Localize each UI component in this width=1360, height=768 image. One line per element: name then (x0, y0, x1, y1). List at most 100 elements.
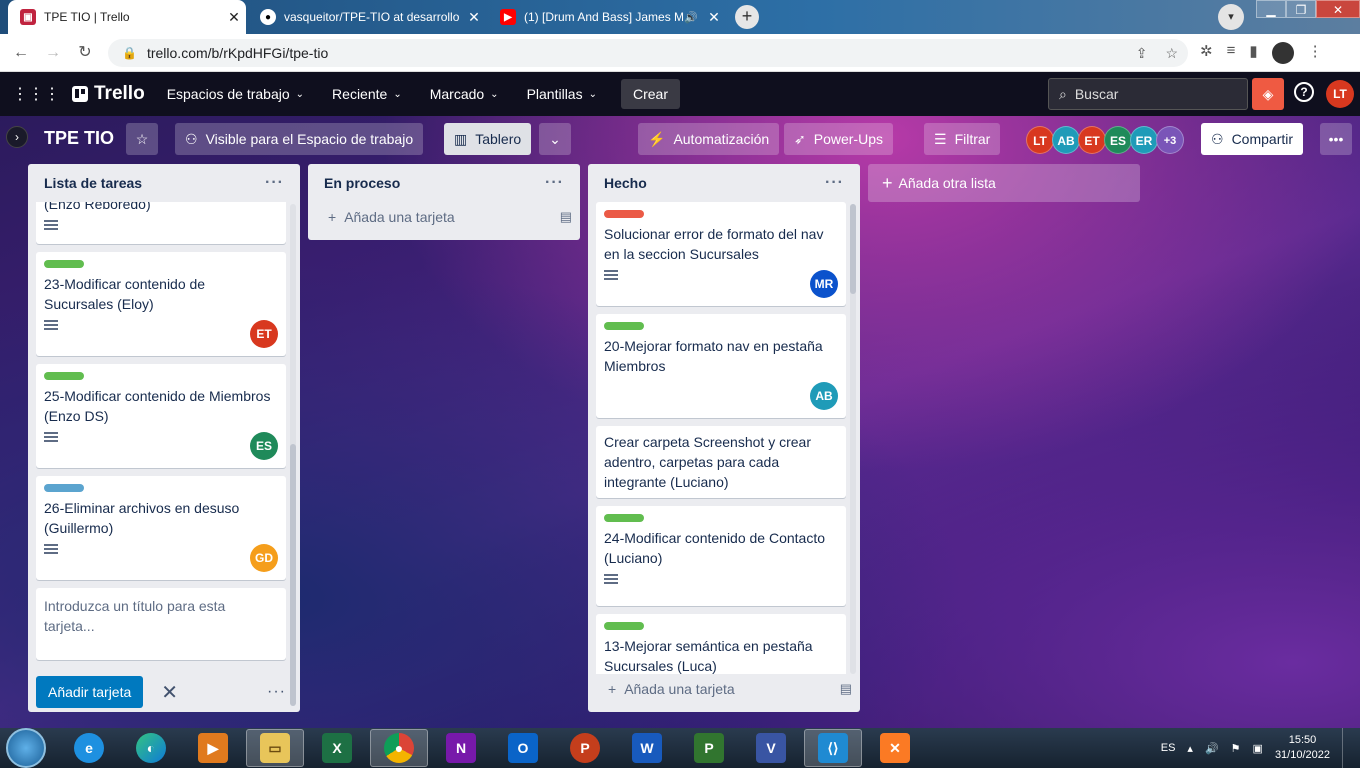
start-button[interactable] (6, 728, 46, 768)
view-switcher-button[interactable]: ⌄ (539, 123, 571, 155)
view-board-button[interactable]: ▥ Tablero (444, 123, 532, 155)
xampp-icon[interactable]: ✕ (866, 729, 924, 767)
more-members-badge[interactable]: +3 (1156, 126, 1184, 154)
scrollbar-thumb[interactable] (290, 444, 296, 706)
forward-icon[interactable]: → (42, 42, 64, 64)
close-icon[interactable]: ✕ (462, 9, 486, 26)
menu-starred[interactable]: Marcado ⌄ (430, 86, 499, 102)
chrome-icon[interactable]: ● (370, 729, 428, 767)
card[interactable]: 23-Modificar contenido de Sucursales (El… (36, 252, 286, 356)
card[interactable]: (Enzo Reboredo) (36, 202, 286, 244)
label-green[interactable] (604, 322, 644, 330)
card[interactable]: 20-Mejorar formato nav en pestaña Miembr… (596, 314, 846, 418)
more-icon[interactable]: ··· (267, 683, 286, 701)
maximize-button[interactable]: ❐ (1286, 0, 1316, 18)
window-close-button[interactable]: ✕ (1316, 0, 1360, 18)
tab-trello[interactable]: ▣ TPE TIO | Trello ✕ (8, 0, 246, 34)
close-icon[interactable]: ✕ (222, 9, 246, 26)
board-title[interactable]: TPE TIO (44, 128, 114, 149)
avatar[interactable]: ES (1104, 126, 1132, 154)
outlook-icon[interactable]: O (494, 729, 552, 767)
trello-logo[interactable]: Trello (72, 83, 145, 105)
close-icon[interactable]: ✕ (161, 680, 178, 705)
list-header[interactable]: Lista de tareas ··· (28, 164, 300, 202)
card[interactable]: 13-Mejorar semántica en pestaña Sucursal… (596, 614, 846, 674)
star-board-button[interactable]: ☆ (126, 123, 158, 155)
list-header[interactable]: Hecho ··· (588, 164, 860, 202)
automation-button[interactable]: ⚡ Automatización (638, 123, 780, 155)
card[interactable]: Solucionar error de formato del nav en l… (596, 202, 846, 306)
close-icon[interactable]: ✕ (702, 9, 726, 26)
avatar[interactable]: AB (1052, 126, 1080, 154)
share-button[interactable]: ⚇ Compartir (1201, 123, 1304, 155)
label-red[interactable] (604, 210, 644, 218)
show-desktop-button[interactable] (1342, 728, 1352, 768)
side-panel-icon[interactable]: ▮ (1249, 42, 1257, 64)
avatar[interactable]: LT (1026, 126, 1054, 154)
visibility-button[interactable]: ⚇ Visible para el Espacio de trabajo (175, 123, 424, 155)
list-menu-icon[interactable]: ··· (825, 174, 844, 192)
menu-templates[interactable]: Plantillas ⌄ (527, 86, 597, 102)
scrollbar-thumb[interactable] (850, 204, 856, 294)
reload-icon[interactable]: ↻ (74, 42, 96, 64)
create-button[interactable]: Crear (620, 79, 680, 109)
volume-icon[interactable]: 🔊 (1205, 742, 1219, 755)
tray-arrow-icon[interactable]: ▴ (1187, 742, 1193, 755)
menu-workspaces[interactable]: Espacios de trabajo ⌄ (167, 86, 304, 102)
tab-search-button[interactable]: ▾ (1218, 4, 1244, 30)
share-icon[interactable]: ⇪ (1136, 45, 1148, 62)
board-menu-button[interactable]: ••• (1320, 123, 1352, 155)
avatar[interactable]: ET (250, 320, 278, 348)
label-blue[interactable] (44, 484, 84, 492)
add-card-button[interactable]: + Añada una tarjeta ▤ (308, 202, 580, 232)
label-green[interactable] (44, 372, 84, 380)
back-icon[interactable]: ← (10, 42, 32, 64)
media-control-icon[interactable]: ≡ (1227, 42, 1236, 64)
menu-kebab-icon[interactable]: ⋮ (1308, 42, 1323, 64)
label-green[interactable] (44, 260, 84, 268)
scrollbar[interactable] (290, 204, 296, 706)
menu-recent[interactable]: Reciente ⌄ (332, 86, 402, 102)
vscode-icon[interactable]: ⟨⟩ (804, 729, 862, 767)
extensions-icon[interactable]: ✲ (1200, 42, 1213, 64)
powerups-button[interactable]: ➶ Power-Ups (784, 123, 893, 155)
list-title[interactable]: Hecho (604, 175, 647, 191)
onenote-icon[interactable]: N (432, 729, 490, 767)
edge-icon[interactable]: ◐ (122, 729, 180, 767)
label-green[interactable] (604, 514, 644, 522)
minimize-button[interactable]: ▁ (1256, 0, 1286, 18)
ie-icon[interactable]: e (60, 729, 118, 767)
url-input[interactable]: 🔒 trello.com/b/rKpdHFGi/tpe-tio ⇪ ☆ (108, 39, 1188, 67)
label-green[interactable] (604, 622, 644, 630)
excel-icon[interactable]: X (308, 729, 366, 767)
list-menu-icon[interactable]: ··· (545, 174, 564, 192)
card[interactable]: 24-Modificar contenido de Contacto (Luci… (596, 506, 846, 606)
avatar[interactable]: ES (250, 432, 278, 460)
flag-icon[interactable]: ⚑ (1231, 742, 1241, 755)
word-icon[interactable]: W (618, 729, 676, 767)
clock[interactable]: 15:50 31/10/2022 (1275, 733, 1330, 763)
avatar[interactable]: AB (810, 382, 838, 410)
avatar[interactable]: MR (810, 270, 838, 298)
card[interactable]: 26-Eliminar archivos en desuso (Guillerm… (36, 476, 286, 580)
add-list-button[interactable]: + Añada otra lista (868, 164, 1140, 202)
powerpoint-icon[interactable]: P (556, 729, 614, 767)
card-template-icon[interactable]: ▤ (840, 681, 852, 697)
media-icon[interactable]: ▶ (184, 729, 242, 767)
tab-github[interactable]: ● vasqueitor/TPE-TIO at desarrollo ✕ (248, 0, 486, 34)
expand-sidebar-icon[interactable]: › (6, 126, 28, 148)
avatar[interactable]: ET (1078, 126, 1106, 154)
card-template-icon[interactable]: ▤ (560, 209, 572, 225)
list-menu-icon[interactable]: ··· (265, 174, 284, 192)
scrollbar[interactable] (850, 204, 856, 674)
network-icon[interactable]: ▣ (1253, 742, 1263, 755)
lock-icon[interactable]: 🔒 (122, 46, 137, 60)
list-title[interactable]: En proceso (324, 175, 400, 191)
project-icon[interactable]: P (680, 729, 738, 767)
help-icon[interactable]: ? (1294, 82, 1314, 102)
card[interactable]: Crear carpeta Screenshot y crear adentro… (596, 426, 846, 498)
bookmark-star-icon[interactable]: ☆ (1165, 45, 1178, 62)
add-card-button[interactable]: + Añada una tarjeta ▤ (588, 674, 860, 704)
search-input[interactable]: ⌕ Buscar (1048, 78, 1248, 110)
new-tab-button[interactable]: + (735, 5, 759, 29)
